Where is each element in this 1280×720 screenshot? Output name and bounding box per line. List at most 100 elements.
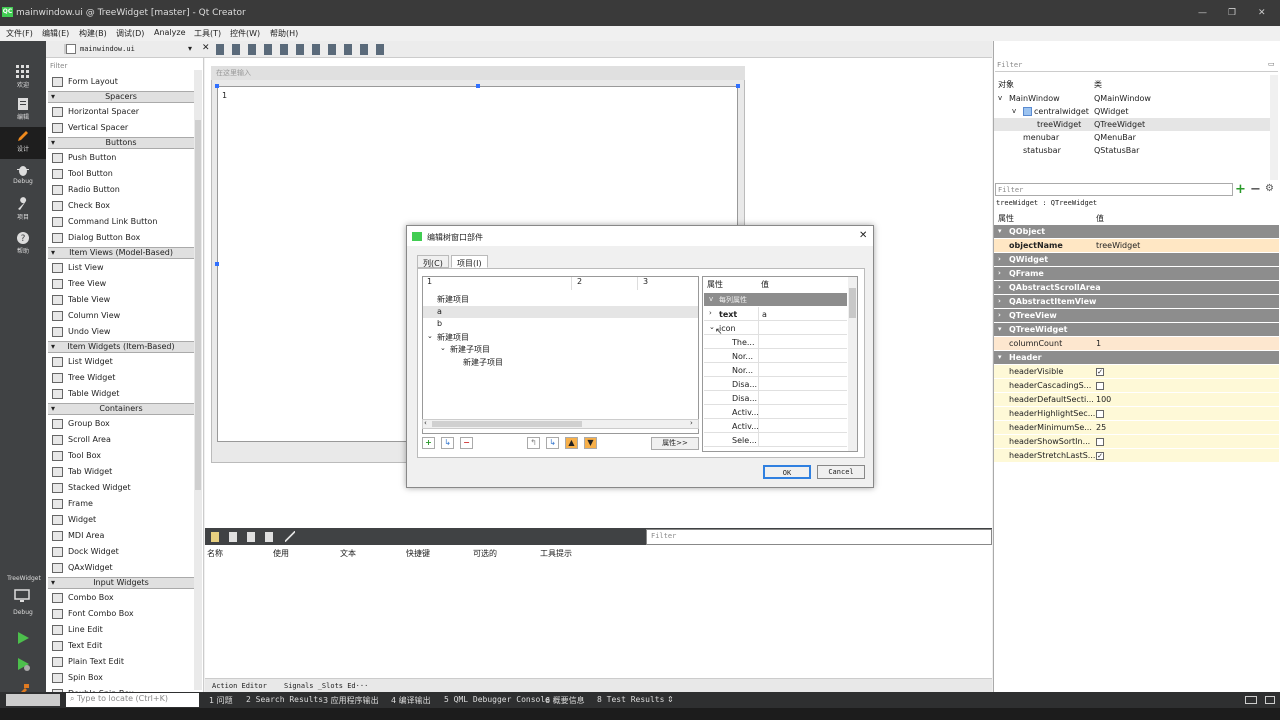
properties-toggle-button[interactable]: 属性>> bbox=[651, 437, 699, 450]
tree-item-row[interactable]: b bbox=[423, 318, 698, 330]
object-tree-row[interactable]: v MainWindow QMainWindow bbox=[994, 92, 1270, 105]
tree-item-row[interactable]: ⌄ 新建项目 bbox=[423, 331, 698, 343]
pane-qml-debugger-console[interactable]: 5 QML Debugger Console bbox=[444, 695, 550, 704]
widget-box-item[interactable]: Undo View bbox=[48, 324, 194, 340]
move-item-left-button[interactable]: ↰ bbox=[527, 437, 540, 449]
property-group-header[interactable]: ▾ QObject bbox=[994, 225, 1279, 239]
tree-item-row[interactable]: ⌄ 新建子项目 bbox=[423, 343, 698, 355]
widget-box-item[interactable]: Table Widget bbox=[48, 386, 194, 402]
menu-debug[interactable]: 调试(D) bbox=[116, 28, 144, 39]
object-column-header[interactable]: 对象 bbox=[998, 79, 1014, 90]
class-column-header[interactable]: 类 bbox=[1094, 79, 1102, 90]
property-group-header[interactable]: › QTreeView bbox=[994, 309, 1279, 323]
column-header-name[interactable]: 名称 bbox=[207, 548, 223, 559]
maximize-button[interactable]: ❐ bbox=[1228, 8, 1236, 18]
scroll-left-arrow-icon[interactable]: ‹ bbox=[424, 419, 427, 427]
widget-box-item[interactable]: Combo Box bbox=[48, 590, 194, 606]
tree-item-row[interactable]: 新建项目 bbox=[423, 293, 698, 305]
widget-box-item[interactable]: Text Edit bbox=[48, 638, 194, 654]
column-header-shortcut[interactable]: 快捷键 bbox=[406, 548, 430, 559]
property-group-header[interactable]: › QWidget bbox=[994, 253, 1279, 267]
widget-box-item[interactable]: Spin Box bbox=[48, 670, 194, 686]
close-file-icon[interactable]: ✕ bbox=[202, 43, 210, 53]
property-row[interactable]: headerCascadingS... bbox=[994, 379, 1279, 393]
widget-box-item[interactable]: Scroll Area bbox=[48, 432, 194, 448]
property-value[interactable]: 100 bbox=[1096, 395, 1111, 404]
property-grid-scroll-thumb[interactable] bbox=[849, 288, 856, 318]
widget-box-filter[interactable]: Filter bbox=[48, 60, 194, 72]
menu-edit[interactable]: 编辑(E) bbox=[42, 28, 69, 39]
clear-filter-icon[interactable]: ▭ bbox=[1268, 60, 1275, 68]
delete-item-button[interactable]: − bbox=[460, 437, 473, 449]
widget-box-item[interactable]: QAxWidget bbox=[48, 560, 194, 576]
widget-box-item[interactable]: Tree Widget bbox=[48, 370, 194, 386]
property-checkbox[interactable]: ✓ bbox=[1096, 368, 1104, 376]
selection-handle[interactable] bbox=[476, 84, 480, 88]
move-item-right-button[interactable]: ↳ bbox=[546, 437, 559, 449]
tab-signals-slots-editor[interactable]: Signals _Slots Ed··· bbox=[284, 682, 368, 690]
form-menubar[interactable] bbox=[211, 66, 745, 80]
item-property-row[interactable]: Activ... bbox=[704, 419, 847, 433]
scroll-right-arrow-icon[interactable]: › bbox=[690, 419, 693, 427]
column-header-text[interactable]: 文本 bbox=[340, 548, 356, 559]
minimize-button[interactable]: — bbox=[1198, 8, 1207, 18]
paste-action-icon[interactable] bbox=[247, 532, 255, 542]
column-header-tooltip[interactable]: 工具提示 bbox=[540, 548, 572, 559]
widget-box-item[interactable]: Table View bbox=[48, 292, 194, 308]
item-property-row[interactable]: Nor... bbox=[704, 349, 847, 363]
selection-handle[interactable] bbox=[215, 84, 219, 88]
object-tree-row[interactable]: treeWidget QTreeWidget bbox=[994, 118, 1270, 131]
menu-tools[interactable]: 工具(T) bbox=[194, 28, 221, 39]
copy-action-icon[interactable] bbox=[229, 532, 237, 542]
per-column-properties-group[interactable]: v 每列属性 bbox=[704, 293, 847, 306]
object-inspector-scrollbar[interactable] bbox=[1270, 75, 1278, 180]
form-menu-placeholder[interactable]: 在这里输入 bbox=[216, 68, 251, 78]
tab-items[interactable]: 项目(I) bbox=[451, 255, 488, 268]
tree-column-header[interactable]: 1 bbox=[427, 277, 432, 291]
item-property-row[interactable]: Sele... bbox=[704, 433, 847, 447]
column-header-used[interactable]: 使用 bbox=[273, 548, 289, 559]
property-row[interactable]: headerVisible ✓ bbox=[994, 365, 1279, 379]
tree-column-header[interactable]: 3 bbox=[643, 277, 648, 291]
widget-box-item[interactable]: List Widget bbox=[48, 354, 194, 370]
pane-application-output[interactable]: 3 应用程序输出 bbox=[323, 695, 379, 706]
debug-run-icon[interactable] bbox=[16, 657, 30, 671]
item-tree-hscroll-thumb[interactable] bbox=[432, 421, 582, 427]
widget-box-item[interactable]: Vertical Spacer bbox=[48, 120, 194, 136]
menu-build[interactable]: 构建(B) bbox=[79, 28, 107, 39]
delete-action-icon[interactable] bbox=[265, 532, 273, 542]
mode-edit[interactable]: 编辑 bbox=[0, 95, 46, 127]
widget-box-item[interactable]: Font Combo Box bbox=[48, 606, 194, 622]
mode-debug[interactable]: Debug bbox=[0, 161, 46, 193]
dialog-close-icon[interactable]: ✕ bbox=[859, 230, 867, 241]
property-group-header[interactable]: ▾ Header bbox=[994, 351, 1279, 365]
widget-box-item[interactable]: Tab Widget bbox=[48, 464, 194, 480]
property-value[interactable]: 1 bbox=[1096, 339, 1101, 348]
menu-file[interactable]: 文件(F) bbox=[6, 28, 33, 39]
widget-box-item[interactable]: Widget bbox=[48, 512, 194, 528]
mode-help[interactable]: ? 帮助 bbox=[0, 229, 46, 261]
action-filter-input[interactable]: Filter bbox=[646, 529, 992, 545]
property-group-header[interactable]: › QAbstractScrollArea bbox=[994, 281, 1279, 295]
item-property-row[interactable]: The... bbox=[704, 335, 847, 349]
object-tree-row[interactable]: statusbar QStatusBar bbox=[994, 144, 1270, 157]
menu-analyze[interactable]: Analyze bbox=[154, 28, 186, 37]
property-checkbox[interactable] bbox=[1096, 410, 1104, 418]
new-subitem-button[interactable]: ↳ bbox=[441, 437, 454, 449]
property-column-header[interactable]: 属性 bbox=[998, 213, 1014, 224]
menu-help[interactable]: 帮助(H) bbox=[270, 28, 298, 39]
widget-box-item[interactable]: Horizontal Spacer bbox=[48, 104, 194, 120]
property-row[interactable]: headerShowSortIn... bbox=[994, 435, 1279, 449]
locator-input[interactable]: ⌕ Type to locate (Ctrl+K) bbox=[66, 693, 199, 707]
mode-projects[interactable]: 项目 bbox=[0, 195, 46, 227]
pane-issues[interactable]: 1 问题 bbox=[209, 695, 233, 706]
move-item-up-button[interactable]: ▲ bbox=[565, 437, 578, 449]
widget-box-item[interactable]: Tool Box bbox=[48, 448, 194, 464]
value-column-header[interactable]: 值 bbox=[1096, 213, 1104, 224]
toggle-output-icon[interactable] bbox=[1265, 696, 1275, 704]
tree-item-row[interactable]: 新建子项目 bbox=[423, 356, 698, 368]
add-dynamic-property-icon[interactable]: + bbox=[1235, 182, 1246, 197]
widget-box-item[interactable]: Plain Text Edit bbox=[48, 654, 194, 670]
tree-column-header[interactable]: 2 bbox=[577, 277, 582, 291]
widget-category-header[interactable]: ▾ Input Widgets bbox=[48, 577, 194, 589]
